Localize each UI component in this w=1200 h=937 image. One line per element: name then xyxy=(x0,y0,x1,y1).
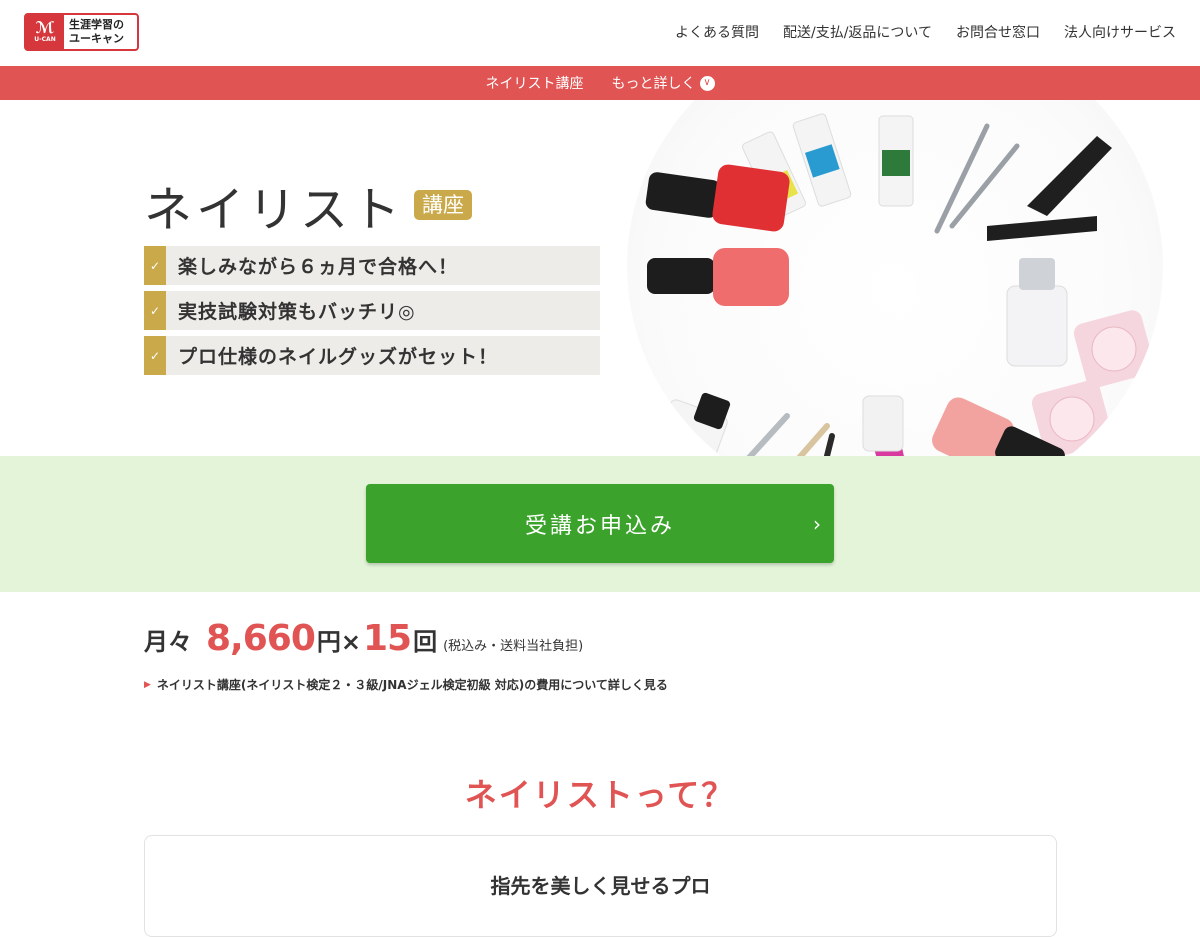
nail-clipper-icon xyxy=(987,136,1112,241)
page-title: ネイリスト xyxy=(144,182,405,238)
course-subnav: ネイリスト講座 もっと詳しく ∨ xyxy=(0,66,1200,100)
course-badge: 講座 xyxy=(414,190,473,220)
feature-point-text: 楽しみながら６ヵ月で合格へ！ xyxy=(178,256,459,278)
nail-kit-illustration xyxy=(645,113,1155,456)
logo-line-2: ユーキャン xyxy=(69,32,124,45)
feature-point-text: 実技試験対策もバッチリ◎ xyxy=(178,301,416,323)
price-prefix: 月々 xyxy=(144,628,192,656)
pink-polish-icon xyxy=(647,248,789,306)
subnav-more-label: もっと詳しく xyxy=(611,76,696,92)
installment-count: 15 xyxy=(362,618,412,659)
price-unit: 円× xyxy=(316,628,361,656)
nav-contact[interactable]: お問合せ窓口 xyxy=(956,22,1040,42)
feature-points: ✓ 楽しみながら６ヵ月で合格へ！ ✓ 実技試験対策もバッチリ◎ ✓ プロ仕様のネ… xyxy=(144,246,600,381)
price-summary: 月々 8,660 円× 15 回 (税込み・送料当社負担) xyxy=(144,618,583,659)
feature-point: ✓ プロ仕様のネイルグッズがセット！ xyxy=(144,336,600,375)
price-note: (税込み・送料当社負担) xyxy=(443,639,584,654)
apply-button-label: 受講お申込み xyxy=(524,513,675,539)
cta-band: 受講お申込み › xyxy=(0,456,1200,592)
card-title: 指先を美しく見せるプロ xyxy=(490,874,711,898)
triangle-right-icon: ▶ xyxy=(144,679,151,690)
nav-delivery-payment-returns[interactable]: 配送/支払/返品について xyxy=(783,22,932,42)
check-icon: ✓ xyxy=(144,246,166,285)
fee-details-link-text: ネイリスト講座(ネイリスト検定２・３級/JNAジェル検定初級 対応)の費用につい… xyxy=(156,678,668,692)
red-polish-icon xyxy=(645,164,790,232)
feature-point: ✓ 実技試験対策もバッチリ◎ xyxy=(144,291,600,330)
nail-brush-icon xyxy=(862,395,904,456)
feature-point-text: プロ仕様のネイルグッズがセット！ xyxy=(178,346,499,368)
apply-button[interactable]: 受講お申込み › xyxy=(366,484,834,563)
subnav-more-toggle[interactable]: もっと詳しく ∨ xyxy=(612,73,715,93)
nav-corporate-services[interactable]: 法人向けサービス xyxy=(1064,22,1176,42)
header-nav: よくある質問 配送/支払/返品について お問合せ窓口 法人向けサービス xyxy=(675,22,1176,42)
cream-tube-icon xyxy=(646,392,731,456)
feature-point: ✓ 楽しみながら６ヵ月で合格へ！ xyxy=(144,246,600,285)
header: ℳ U-CAN 生涯学習の ユーキャン よくある質問 配送/支払/返品について … xyxy=(0,0,1200,66)
cuticle-nipper-icon xyxy=(934,123,1020,234)
subnav-course-name[interactable]: ネイリスト講座 xyxy=(486,73,584,93)
logo-line-1: 生涯学習の xyxy=(69,18,124,31)
nav-faq[interactable]: よくある質問 xyxy=(675,22,759,42)
ucan-logo[interactable]: ℳ U-CAN 生涯学習の ユーキャン xyxy=(24,13,139,51)
price-amount: 8,660 xyxy=(206,618,316,659)
info-card: 指先を美しく見せるプロ xyxy=(144,835,1057,937)
chevron-down-icon: ∨ xyxy=(699,75,715,91)
logo-mark: ℳ U-CAN xyxy=(26,15,64,49)
logo-text: 生涯学習の ユーキャン xyxy=(64,15,137,49)
logo-symbol-icon: ℳ xyxy=(35,18,55,37)
hero-title: ネイリスト 講座 xyxy=(144,170,473,240)
fee-details-link[interactable]: ▶ ネイリスト講座(ネイリスト検定２・３級/JNAジェル検定初級 対応)の費用に… xyxy=(144,676,668,693)
check-icon: ✓ xyxy=(144,291,166,330)
gel-bottle-icon xyxy=(1006,258,1068,367)
installment-unit: 回 xyxy=(413,628,438,656)
section-title: ネイリストって？ xyxy=(464,776,736,814)
check-icon: ✓ xyxy=(144,336,166,375)
hero: ネイリスト 講座 ✓ 楽しみながら６ヵ月で合格へ！ ✓ 実技試験対策もバッチリ◎… xyxy=(0,100,1200,456)
logo-mark-text: U-CAN xyxy=(34,36,56,43)
paint-tube-icon xyxy=(878,115,914,207)
chevron-right-icon: › xyxy=(813,511,824,536)
nail-kit-photo xyxy=(627,100,1163,456)
